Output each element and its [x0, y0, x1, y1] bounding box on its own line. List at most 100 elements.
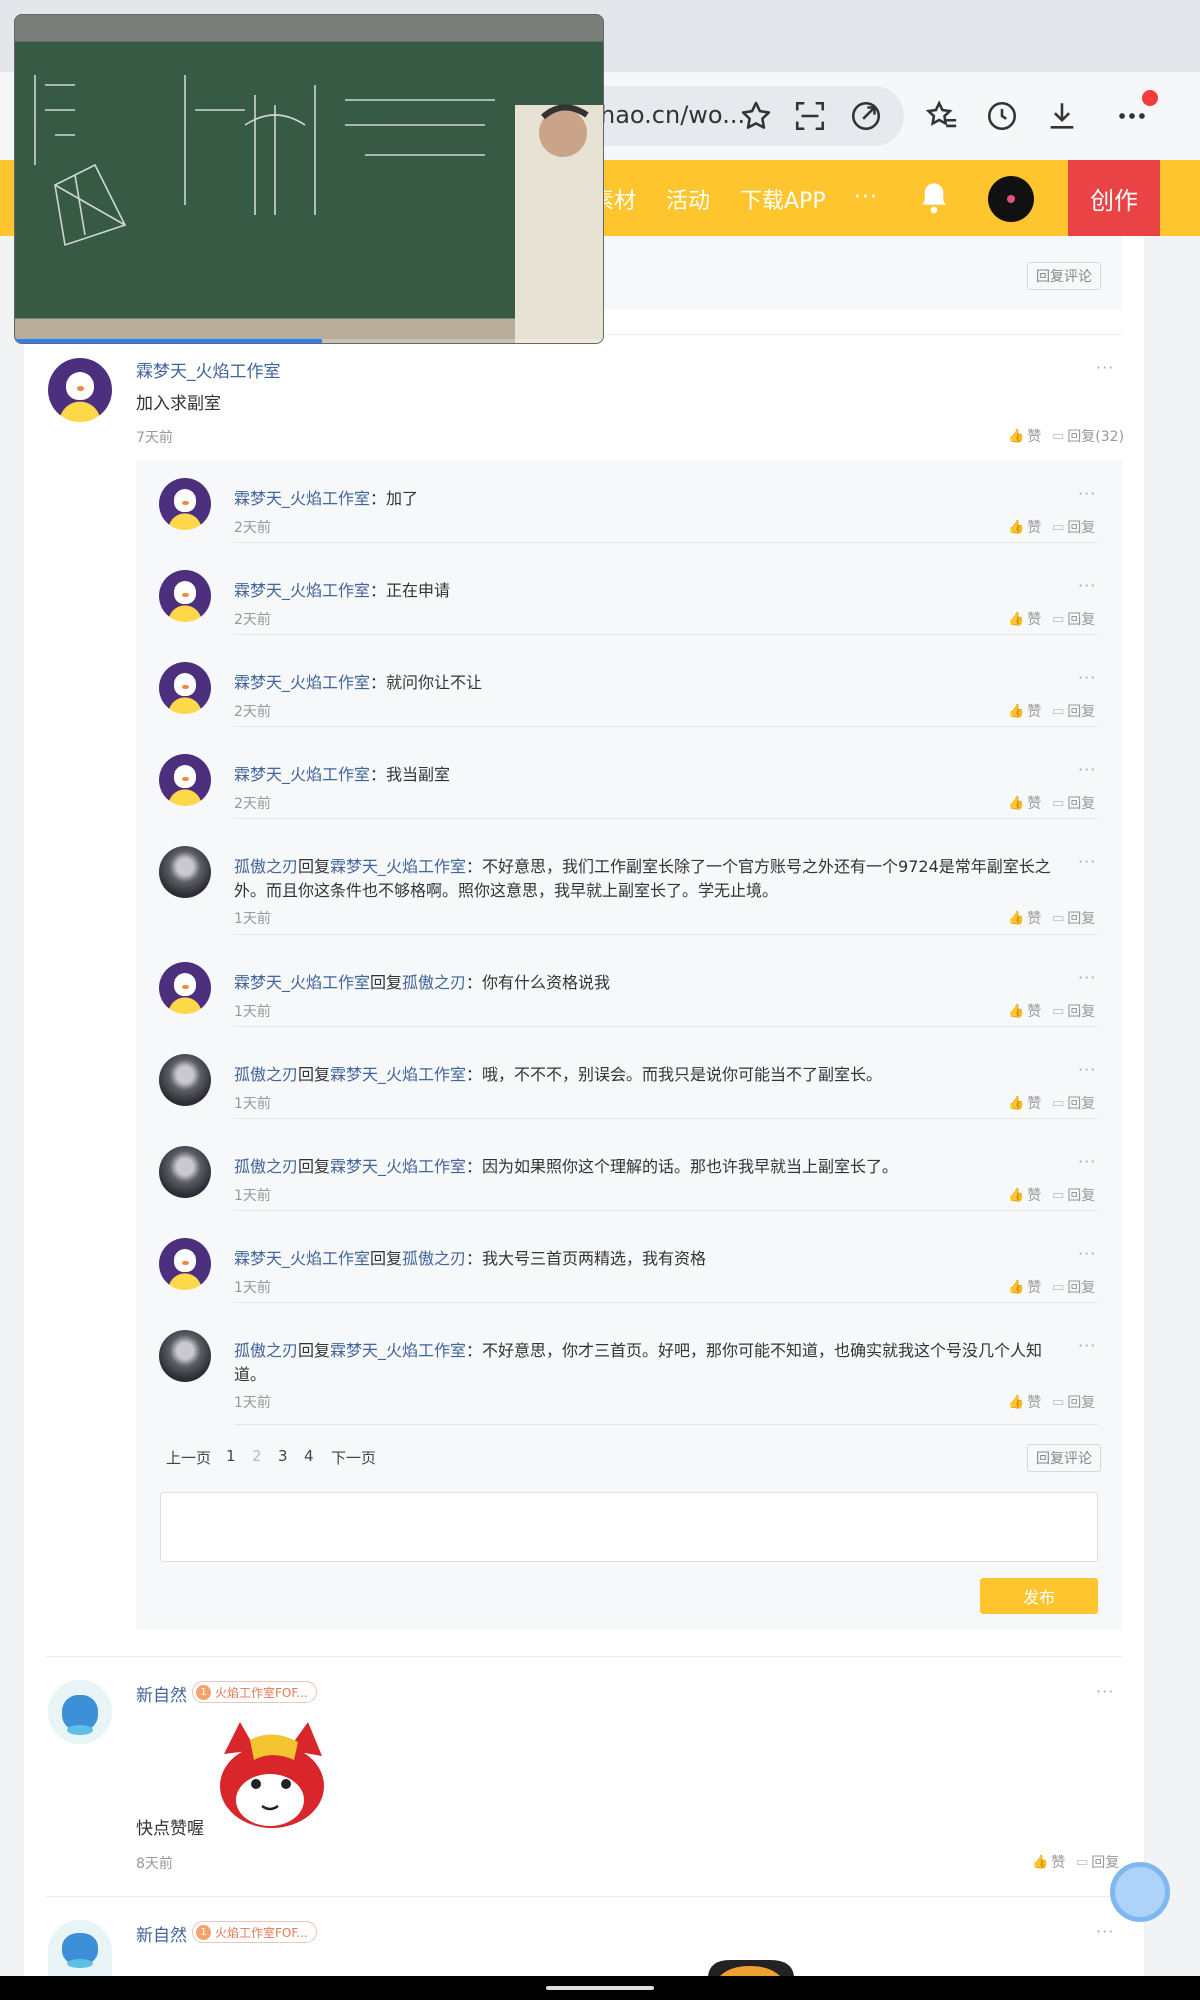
reply-username[interactable]: 孤傲之刃 [234, 1341, 298, 1360]
like-button[interactable]: 👍 赞 [1008, 426, 1041, 446]
avatar[interactable] [159, 662, 211, 714]
more-icon[interactable]: ··· [1096, 1922, 1114, 1941]
avatar[interactable] [159, 478, 211, 530]
reply-button[interactable]: ▭ 回复 [1052, 908, 1095, 928]
more-icon[interactable]: ··· [1078, 1152, 1096, 1171]
star-icon[interactable] [736, 96, 776, 136]
reply-username[interactable]: 孤傲之刃 [234, 1157, 298, 1176]
like-button[interactable]: 👍 赞 [1008, 609, 1041, 629]
pager-page-1[interactable]: 1 [226, 1447, 236, 1465]
favorites-icon[interactable] [922, 96, 962, 136]
floating-action-button[interactable] [1110, 1862, 1170, 1922]
reply-target-username[interactable]: 孤傲之刃 [402, 1249, 466, 1268]
avatar[interactable] [48, 358, 112, 422]
pager-next[interactable]: 下一页 [331, 1447, 376, 1468]
like-button[interactable]: 👍 赞 [1008, 793, 1041, 813]
reply-button[interactable]: ▭ 回复 [1052, 1392, 1095, 1412]
reply-target-username[interactable]: 孤傲之刃 [402, 973, 466, 992]
reply-target-username[interactable]: 霖梦天_火焰工作室 [330, 1157, 466, 1176]
nav-activities[interactable]: 活动 [666, 183, 710, 215]
divider [46, 1656, 1122, 1657]
like-button[interactable]: 👍 赞 [1008, 701, 1041, 721]
download-icon[interactable] [1042, 96, 1082, 136]
reply-comment-button[interactable]: 回复评论 [1027, 1444, 1101, 1472]
bell-icon[interactable] [918, 180, 950, 216]
reply-username[interactable]: 霖梦天_火焰工作室 [234, 973, 370, 992]
user-avatar[interactable] [988, 176, 1034, 222]
avatar[interactable] [48, 1680, 112, 1744]
more-icon[interactable]: ··· [1078, 1336, 1096, 1355]
reply-button[interactable]: ▭ 回复 [1052, 1277, 1095, 1297]
reply-button[interactable]: ▭ 回复 [1052, 701, 1095, 721]
avatar[interactable] [159, 570, 211, 622]
reply-comment-button[interactable]: 回复评论 [1027, 262, 1101, 290]
pager-page-4[interactable]: 4 [304, 1447, 314, 1465]
more-icon[interactable]: ··· [1078, 852, 1096, 871]
nav-more-icon[interactable]: ··· [854, 185, 878, 210]
reply-button[interactable]: ▭ 回复 [1052, 517, 1095, 537]
reply-button[interactable]: ▭ 回复 [1052, 609, 1095, 629]
scan-icon[interactable] [790, 96, 830, 136]
history-icon[interactable] [982, 96, 1022, 136]
reply-button[interactable]: ▭ 回复 [1052, 1185, 1095, 1205]
chat-icon: ▭ [1076, 1854, 1089, 1870]
avatar[interactable] [159, 754, 211, 806]
comment-username[interactable]: 新自然 [136, 1921, 187, 1946]
reply-username[interactable]: 霖梦天_火焰工作室 [234, 673, 370, 692]
reply-button[interactable]: ▭ 回复(32) [1052, 426, 1124, 446]
avatar[interactable] [159, 846, 211, 898]
video-pip[interactable] [14, 14, 604, 344]
reply-username[interactable]: 霖梦天_火焰工作室 [234, 489, 370, 508]
avatar[interactable] [159, 1238, 211, 1290]
avatar[interactable] [159, 1146, 211, 1198]
more-icon[interactable]: ··· [1078, 760, 1096, 779]
home-indicator[interactable] [546, 1986, 654, 1990]
reply-target-username[interactable]: 霖梦天_火焰工作室 [330, 1341, 466, 1360]
reply-target-username[interactable]: 霖梦天_火焰工作室 [330, 1065, 466, 1084]
more-icon[interactable]: ··· [1078, 576, 1096, 595]
divider [234, 542, 1098, 543]
more-icon[interactable]: ··· [1096, 358, 1114, 377]
more-icon[interactable]: ··· [1096, 1682, 1114, 1701]
pager-page-3[interactable]: 3 [278, 1447, 288, 1465]
more-icon[interactable]: ··· [1078, 1060, 1096, 1079]
avatar[interactable] [159, 962, 211, 1014]
reply-username[interactable]: 孤傲之刃 [234, 1065, 298, 1084]
reply-button[interactable]: ▭ 回复 [1052, 793, 1095, 813]
comment-username[interactable]: 霖梦天_火焰工作室 [136, 357, 281, 382]
thumbs-up-icon: 👍 [1008, 1279, 1025, 1295]
reply-target-username[interactable]: 霖梦天_火焰工作室 [330, 857, 466, 876]
like-button[interactable]: 👍 赞 [1008, 517, 1041, 537]
reply-content: ：因为如果照你这个理解的话。那也许我早就当上副室长了。 [466, 1157, 899, 1176]
reply-username[interactable]: 霖梦天_火焰工作室 [234, 765, 370, 784]
like-button[interactable]: 👍 赞 [1008, 1001, 1041, 1021]
create-button[interactable]: 创作 [1068, 160, 1160, 236]
share-icon[interactable] [846, 96, 886, 136]
more-icon[interactable]: ··· [1078, 1244, 1096, 1263]
like-button[interactable]: 👍 赞 [1008, 1185, 1041, 1205]
reply-button[interactable]: ▭ 回复 [1052, 1093, 1095, 1113]
more-icon[interactable]: ··· [1078, 668, 1096, 687]
more-icon[interactable]: ··· [1078, 484, 1096, 503]
more-icon[interactable]: ··· [1078, 968, 1096, 987]
reply-button[interactable]: ▭ 回复 [1052, 1001, 1095, 1021]
comment-input[interactable] [160, 1492, 1098, 1562]
like-button[interactable]: 👍 赞 [1008, 1392, 1041, 1412]
avatar[interactable] [159, 1330, 211, 1382]
reply-button[interactable]: ▭ 回复 [1076, 1852, 1119, 1872]
like-button[interactable]: 👍 赞 [1032, 1852, 1065, 1872]
pager-prev[interactable]: 上一页 [166, 1447, 211, 1468]
comment-username[interactable]: 新自然 [136, 1681, 187, 1706]
avatar[interactable] [159, 1054, 211, 1106]
like-button[interactable]: 👍 赞 [1008, 908, 1041, 928]
avatar[interactable] [48, 1920, 112, 1976]
publish-button[interactable]: 发布 [980, 1578, 1098, 1614]
nav-download-app[interactable]: 下载APP [740, 183, 826, 215]
chat-icon: ▭ [1052, 428, 1065, 444]
like-button[interactable]: 👍 赞 [1008, 1277, 1041, 1297]
like-button[interactable]: 👍 赞 [1008, 1093, 1041, 1113]
thumbs-up-icon: 👍 [1008, 1187, 1025, 1203]
reply-username[interactable]: 霖梦天_火焰工作室 [234, 1249, 370, 1268]
reply-username[interactable]: 孤傲之刃 [234, 857, 298, 876]
reply-username[interactable]: 霖梦天_火焰工作室 [234, 581, 370, 600]
